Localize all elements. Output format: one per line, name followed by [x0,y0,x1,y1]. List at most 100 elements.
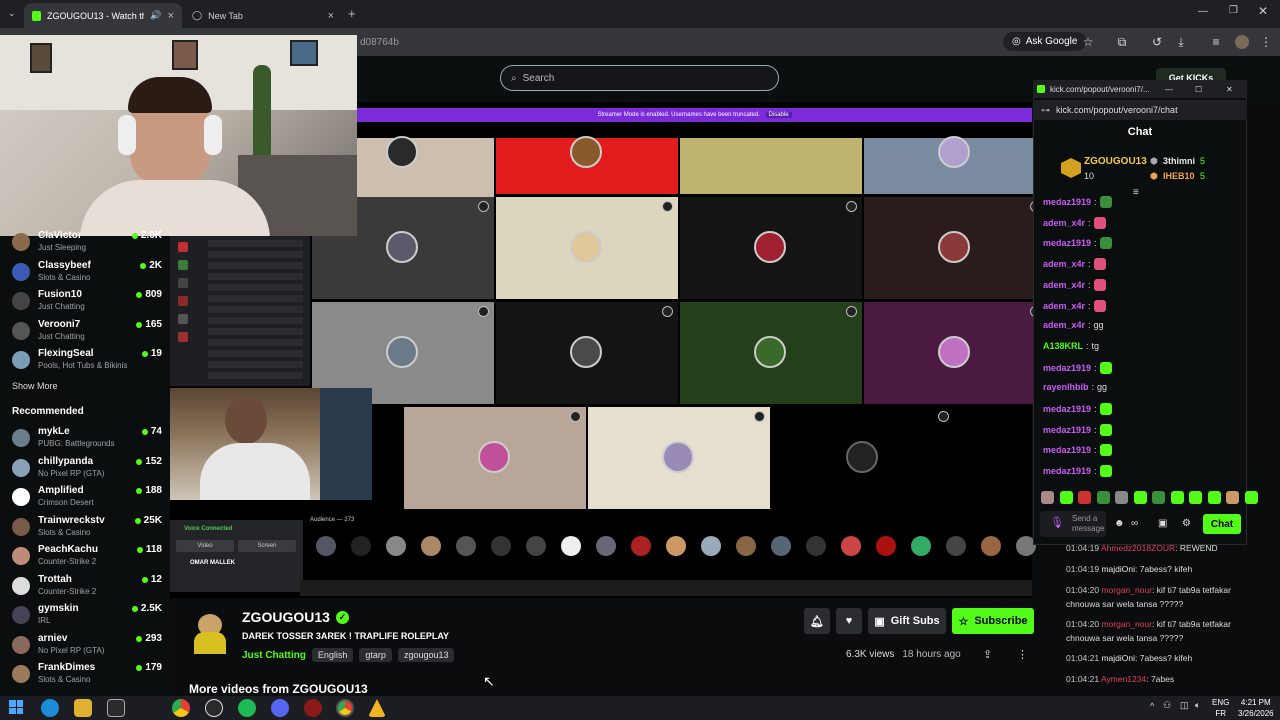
emote-option-icon[interactable] [1059,491,1073,504]
emote-option-icon[interactable] [1078,491,1091,504]
link-icon[interactable]: ∞ [1131,518,1138,529]
tag-english[interactable]: English [311,648,354,662]
url-text[interactable]: d08764b [360,37,399,48]
chat-username[interactable]: medaz1919 [1043,445,1091,455]
settings-icon[interactable]: ⚙ [1182,518,1191,529]
chat-username[interactable]: medaz1919 [1043,425,1091,435]
sidebar-channel-amplified[interactable]: Amplified Crimson Desert 188 [12,485,162,511]
gifter-name[interactable]: 3thimni [1163,156,1195,166]
spotify-icon[interactable] [238,699,256,717]
share-icon[interactable]: ⇪ [983,648,992,661]
ask-google-button[interactable]: ◎ Ask Google [1003,32,1087,51]
sidebar-channel-peachkachu[interactable]: PeachKachu Counter-Strike 2 118 [12,544,162,570]
emote-option-icon[interactable] [1152,491,1165,504]
send-chat-button[interactable]: Chat [1203,514,1241,534]
chat-username[interactable]: A138KRL [1043,341,1083,351]
sidebar-channel-mykle[interactable]: mykLe PUBG: Battlegrounds 74 [12,426,162,452]
more-options-icon[interactable]: ⋮ [1017,648,1028,661]
channel-name[interactable]: ZGOUGOU13 ✓ [242,609,349,625]
gift-icon[interactable]: ▣ [1158,518,1167,529]
new-tab-button[interactable]: + [348,6,356,21]
file-explorer-icon[interactable] [74,699,92,717]
chat-username[interactable]: adem_x4r [1043,218,1085,228]
maximize-icon[interactable]: ☐ [1195,85,1202,94]
chat-username[interactable]: adem_x4r [1043,280,1085,290]
gifter-name[interactable]: IHEB10 [1163,171,1195,181]
collapse-icon[interactable]: ≡ [1133,187,1139,198]
download-icon[interactable]: ⤓ [1173,34,1189,50]
close-window-icon[interactable]: ✕ [1226,85,1233,94]
emote-option-icon[interactable] [1041,491,1054,504]
tray-overflow-icon[interactable]: ^ [1150,701,1154,711]
emote-option-icon[interactable] [1115,491,1128,504]
edge-icon[interactable] [41,699,59,717]
obs-icon[interactable] [205,699,223,717]
sidebar-channel-verooni7[interactable]: Verooni7 Just Chatting 165 [12,319,162,345]
channel-avatar[interactable] [190,610,230,654]
emote-option-icon[interactable] [1189,491,1202,504]
follow-button[interactable]: ♥ [836,608,862,634]
top-gifter-name[interactable]: ZGOUGOU13 [1084,156,1147,167]
sidebar-channel-frankdimes[interactable]: FrankDimes Slots & Casino 179 [12,662,162,688]
history-icon[interactable]: ↺ [1149,34,1165,50]
show-more-button[interactable]: Show More [12,381,58,391]
replay-username[interactable]: morgan_nour [1101,585,1152,595]
minimize-icon[interactable]: — [1198,6,1208,17]
chat-username[interactable]: medaz1919 [1043,238,1091,248]
volume-icon[interactable]: 🔈︎ [1195,700,1200,711]
sidebar-channel-classybeef[interactable]: Classybeef Slots & Casino 2K [12,260,162,286]
close-window-icon[interactable]: ✕ [1258,4,1268,18]
taskbar-clock[interactable]: 4:21 PM 3/26/2026 [1238,697,1274,719]
windows-start-icon[interactable] [9,700,23,714]
emote-option-icon[interactable] [1170,491,1184,504]
notification-bell-button[interactable]: 🔔︎ [804,608,830,634]
emote-option-icon[interactable] [1244,491,1258,504]
chrome-active-icon[interactable] [336,699,354,717]
chat-username[interactable]: rayenlhbib [1043,382,1089,392]
emote-option-icon[interactable] [1207,491,1221,504]
replay-username[interactable]: morgan_nour [1101,619,1152,629]
sidebar-channel-flexingseal[interactable]: FlexingSeal Pools, Hot Tubs & Bikinis 19 [12,348,162,374]
emote-option-icon[interactable] [1133,491,1147,504]
menu-icon[interactable]: ⋮ [1258,34,1274,50]
chat-popup-address[interactable]: kick.com/popout/verooni7/chat [1056,105,1178,115]
restore-icon[interactable]: ❐ [1229,5,1238,16]
language-indicator[interactable]: ENG FR [1212,697,1229,719]
replay-username[interactable]: Aymen1234 [1101,674,1146,684]
close-tab-icon[interactable]: × [168,10,174,22]
tab-new-tab[interactable]: ◯ New Tab × [184,3,342,28]
chat-input[interactable]: 🎙︎ Send a message [1040,511,1106,537]
tag-zgougou13[interactable]: zgougou13 [397,648,455,662]
star-icon[interactable]: ☆ [1080,34,1096,50]
chat-username[interactable]: adem_x4r [1043,320,1085,330]
site-info-icon[interactable]: ⊶ [1041,105,1050,116]
close-tab-icon[interactable]: × [328,10,334,22]
search-input[interactable]: ⌕ Search [500,65,779,91]
tag-gtarp[interactable]: gtarp [359,648,392,662]
app-icon[interactable] [304,699,322,717]
minimize-icon[interactable]: — [1165,85,1173,94]
store-icon[interactable] [107,699,125,717]
media-control-icon[interactable]: ≡ [1208,34,1224,50]
tab-zgougou13[interactable]: ZGOUGOU13 - Watch the 🔊 × [24,3,182,28]
chat-username[interactable]: adem_x4r [1043,301,1085,311]
replay-username[interactable]: majdiOni [1101,564,1135,574]
discord-icon[interactable] [271,699,289,717]
sidebar-channel-gymskin[interactable]: gymskin IRL 2.5K [12,603,162,629]
replay-username[interactable]: majdiOni [1101,653,1135,663]
chat-username[interactable]: medaz1919 [1043,466,1091,476]
extensions-icon[interactable]: ⧉ [1114,34,1130,50]
subscribe-button[interactable]: ☆ Subscribe [952,608,1034,634]
emote-icon[interactable]: ☻ [1114,518,1125,529]
emote-option-icon[interactable] [1226,491,1239,504]
sidebar-channel-chillypanda[interactable]: chillypanda No Pixel RP (GTA) 152 [12,456,162,482]
tray-app-icon[interactable]: ⚇ [1163,700,1171,711]
sidebar-channel-fusion10[interactable]: Fusion10 Just Chatting 809 [12,289,162,315]
category-link[interactable]: Just Chatting [242,650,306,661]
chat-username[interactable]: medaz1919 [1043,363,1091,373]
chat-username[interactable]: medaz1919 [1043,197,1091,207]
sidebar-channel-arniev[interactable]: arniev No Pixel RP (GTA) 293 [12,633,162,659]
profile-avatar[interactable] [1235,35,1249,49]
gift-subs-button[interactable]: ▣ Gift Subs [868,608,946,634]
sidebar-channel-trainwreckstv[interactable]: Trainwreckstv Slots & Casino 25K [12,515,162,541]
